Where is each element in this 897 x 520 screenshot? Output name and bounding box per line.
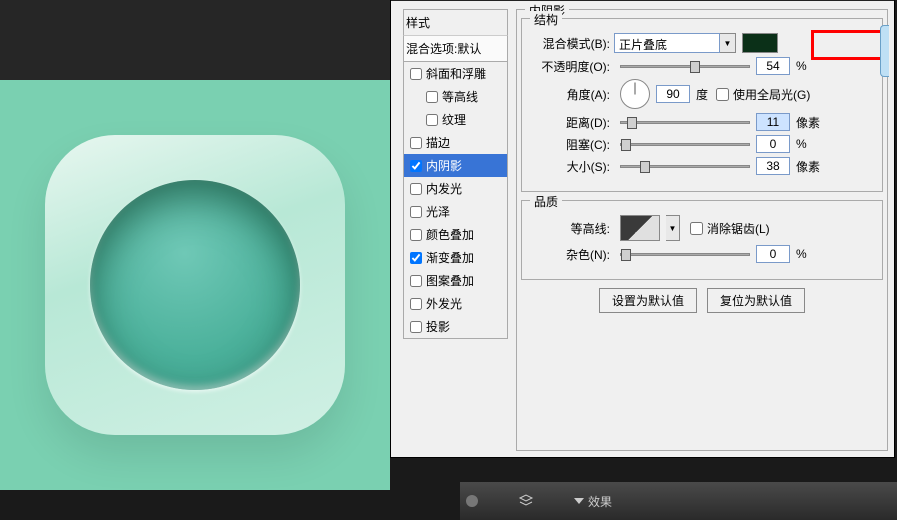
angle-unit: 度 [696,86,708,103]
settings-column: 内阴影 结构 混合模式(B): 正片叠底 ▼ [516,9,888,451]
size-unit: 像素 [796,158,820,175]
styles-column: 样式 混合选项:默认 斜面和浮雕等高线纹理描边内阴影内发光光泽颜色叠加渐变叠加图… [403,9,508,451]
chevron-down-icon[interactable]: ▼ [720,33,736,53]
icon-outer-shape [45,135,345,435]
style-item[interactable]: 描边 [404,131,507,154]
style-checkbox[interactable] [410,68,422,80]
noise-label: 杂色(N): [530,246,614,263]
contour-picker[interactable] [620,215,660,241]
style-item[interactable]: 等高线 [404,85,507,108]
style-label: 光泽 [426,203,450,220]
style-checkbox[interactable] [426,114,438,126]
canvas-preview [0,0,390,520]
layers-stack-icon[interactable] [518,494,534,508]
canvas-top-bg [0,0,390,80]
antialias-label: 消除锯齿(L) [707,220,770,237]
layer-style-dialog: 样式 混合选项:默认 斜面和浮雕等高线纹理描边内阴影内发光光泽颜色叠加渐变叠加图… [390,0,895,458]
noise-slider[interactable] [620,253,750,256]
style-label: 颜色叠加 [426,226,474,243]
style-label: 纹理 [442,111,466,128]
style-checkbox[interactable] [410,275,422,287]
size-input[interactable] [756,157,790,175]
choke-label: 阻塞(C): [530,136,614,153]
blend-mode-label: 混合模式(B): [530,35,614,52]
opacity-label: 不透明度(O): [530,58,614,75]
layer-thumb-icon[interactable] [466,495,478,507]
styles-header[interactable]: 样式 [403,9,508,35]
style-item[interactable]: 外发光 [404,292,507,315]
distance-slider[interactable] [620,121,750,124]
style-label: 渐变叠加 [426,249,474,266]
noise-unit: % [796,247,807,261]
style-label: 外发光 [426,295,462,312]
global-light-label: 使用全局光(G) [733,86,810,103]
angle-input[interactable] [656,85,690,103]
angle-label: 角度(A): [530,86,614,103]
style-item[interactable]: 投影 [404,315,507,338]
size-label: 大小(S): [530,158,614,175]
structure-title: 结构 [530,11,562,28]
chevron-down-icon [574,498,584,504]
angle-dial[interactable] [620,79,650,109]
distance-label: 距离(D): [530,114,614,131]
choke-input[interactable] [756,135,790,153]
effects-item[interactable]: 效果 [574,493,612,510]
blend-options-default[interactable]: 混合选项:默认 [403,35,508,62]
contour-label: 等高线: [530,220,614,237]
global-light-checkbox[interactable] [716,88,729,101]
style-label: 图案叠加 [426,272,474,289]
opacity-unit: % [796,59,807,73]
side-tab[interactable] [880,25,889,77]
antialias-checkbox[interactable] [690,222,703,235]
style-checkbox[interactable] [410,298,422,310]
style-item[interactable]: 光泽 [404,200,507,223]
style-item[interactable]: 纹理 [404,108,507,131]
bottom-panel: 效果 [460,482,897,520]
style-label: 内发光 [426,180,462,197]
style-checkbox[interactable] [410,183,422,195]
choke-unit: % [796,137,807,151]
reset-default-button[interactable]: 复位为默认值 [707,288,805,313]
choke-slider[interactable] [620,143,750,146]
make-default-button[interactable]: 设置为默认值 [599,288,697,313]
style-label: 斜面和浮雕 [426,65,486,82]
blend-mode-select[interactable]: 正片叠底 [614,33,720,53]
quality-fieldset: 品质 等高线: ▼ 消除锯齿(L) 杂色(N): % [521,200,883,280]
distance-input[interactable] [756,113,790,131]
shadow-color-swatch[interactable] [742,33,778,53]
style-label: 投影 [426,318,450,335]
style-label: 内阴影 [426,157,462,174]
style-checkbox[interactable] [410,229,422,241]
style-checkbox[interactable] [410,252,422,264]
style-label: 等高线 [442,88,478,105]
style-checkbox[interactable] [410,137,422,149]
style-label: 描边 [426,134,450,151]
style-checkbox[interactable] [410,321,422,333]
size-slider[interactable] [620,165,750,168]
style-item[interactable]: 渐变叠加 [404,246,507,269]
chevron-down-icon[interactable]: ▼ [666,215,680,241]
noise-input[interactable] [756,245,790,263]
style-item[interactable]: 内阴影 [404,154,507,177]
opacity-slider[interactable] [620,65,750,68]
style-item[interactable]: 内发光 [404,177,507,200]
style-checkbox[interactable] [410,160,422,172]
style-item[interactable]: 斜面和浮雕 [404,62,507,85]
quality-title: 品质 [530,193,562,210]
canvas [0,80,390,490]
structure-fieldset: 结构 混合模式(B): 正片叠底 ▼ 不透明度(O): [521,18,883,192]
effects-label: 效果 [588,493,612,510]
style-checkbox[interactable] [426,91,438,103]
style-item[interactable]: 颜色叠加 [404,223,507,246]
style-checkbox[interactable] [410,206,422,218]
icon-inner-circle [90,180,300,390]
style-list: 斜面和浮雕等高线纹理描边内阴影内发光光泽颜色叠加渐变叠加图案叠加外发光投影 [403,62,508,339]
distance-unit: 像素 [796,114,820,131]
opacity-input[interactable] [756,57,790,75]
style-item[interactable]: 图案叠加 [404,269,507,292]
